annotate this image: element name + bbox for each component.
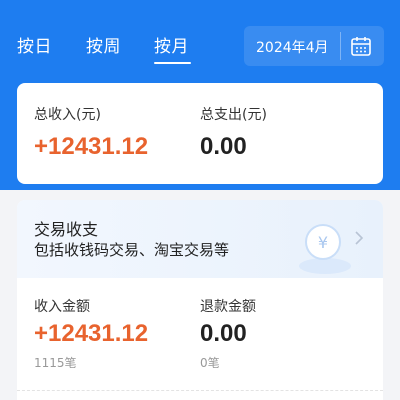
trade-subtitle: 包括收钱码交易、淘宝交易等 — [34, 241, 230, 259]
divider — [17, 390, 383, 391]
chevron-right-icon — [355, 231, 364, 245]
tab-by-week[interactable]: 按周 — [86, 32, 121, 57]
refund-count: 0笔 — [200, 356, 220, 370]
svg-text:¥: ¥ — [318, 233, 328, 252]
trade-header[interactable]: 交易收支 包括收钱码交易、淘宝交易等 ¥ — [17, 200, 383, 278]
total-income-value: +12431.12 — [34, 133, 149, 160]
income-count: 1115笔 — [34, 356, 77, 370]
month-picker-divider — [340, 32, 341, 60]
income-amount-value: +12431.12 — [34, 320, 149, 347]
trade-card: 交易收支 包括收钱码交易、淘宝交易等 ¥ 收入金额 +12431.12 1115… — [17, 200, 383, 400]
period-tabs: 按日 按周 按月 2024年4月 — [0, 0, 400, 90]
summary-card: 总收入(元) +12431.12 总支出(元) 0.00 — [17, 83, 383, 184]
refund-amount-label: 退款金额 — [200, 299, 256, 315]
refund-amount-value: 0.00 — [200, 320, 247, 347]
month-picker-label: 2024年4月 — [256, 40, 329, 56]
month-picker[interactable]: 2024年4月 — [244, 26, 384, 66]
total-income-label: 总收入(元) — [34, 107, 101, 123]
active-tab-indicator — [154, 62, 191, 64]
tab-by-month[interactable]: 按月 — [154, 32, 189, 57]
income-amount-label: 收入金额 — [34, 299, 90, 315]
total-expense-value: 0.00 — [200, 133, 247, 160]
tab-by-day[interactable]: 按日 — [17, 32, 52, 57]
total-expense-label: 总支出(元) — [200, 107, 267, 123]
trade-title: 交易收支 — [34, 220, 99, 239]
calendar-icon[interactable] — [350, 35, 372, 57]
yuan-coin-icon: ¥ — [299, 224, 351, 274]
